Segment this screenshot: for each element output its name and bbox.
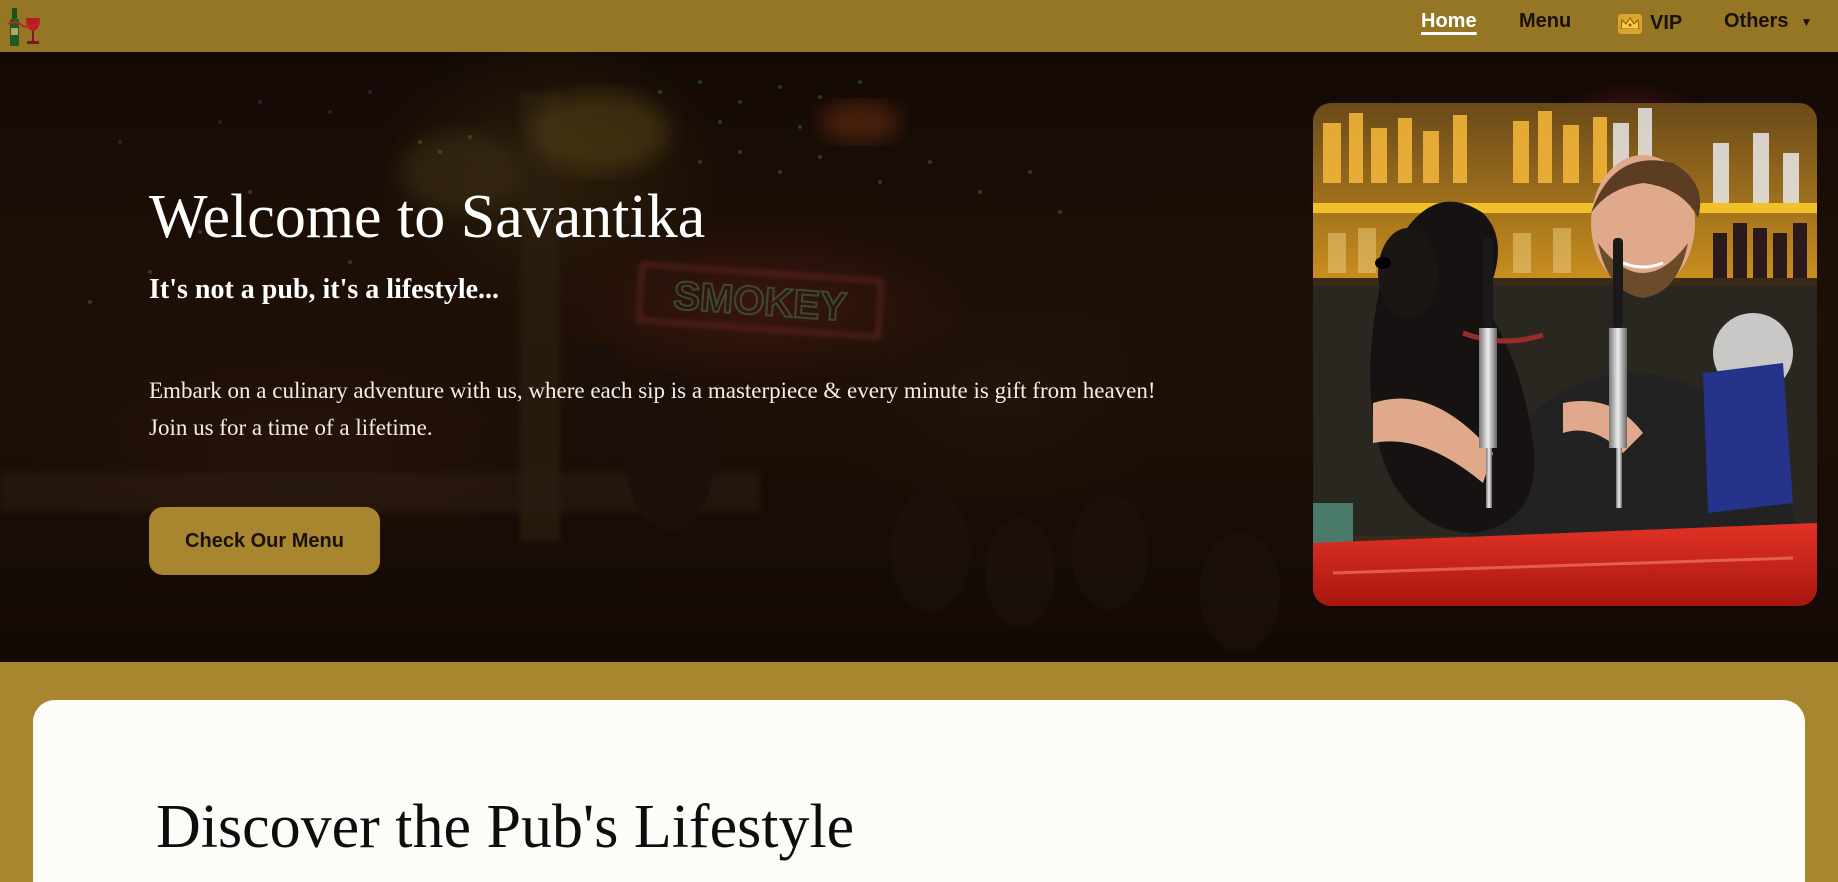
- nav-home-link[interactable]: Home: [1421, 10, 1477, 33]
- section-title: Discover the Pub's Lifestyle: [156, 793, 855, 861]
- bartender-with-dog-photo: [1313, 103, 1817, 606]
- crown-icon: [1618, 13, 1642, 34]
- check-menu-button[interactable]: Check Our Menu: [149, 507, 380, 575]
- nav-vip-label: VIP: [1650, 12, 1683, 34]
- nav-vip-link[interactable]: VIP: [1618, 12, 1682, 35]
- content-card: Discover the Pub's Lifestyle: [33, 700, 1805, 882]
- hero-subtitle: It's not a pub, it's a lifestyle...: [149, 274, 500, 305]
- nav-others-dropdown[interactable]: Others ▼: [1724, 10, 1812, 33]
- hero-description: Embark on a culinary adventure with us, …: [149, 378, 1156, 440]
- navbar: Home Menu VIP Others ▼: [0, 0, 1838, 52]
- nav-menu-link[interactable]: Menu: [1519, 10, 1571, 33]
- hero-section: SMOKEY Welcome to Savantika It's not a p…: [0, 52, 1838, 662]
- nav-others-label: Others: [1724, 10, 1789, 32]
- logo-icon[interactable]: [6, 6, 48, 48]
- chevron-down-icon: ▼: [1800, 14, 1813, 29]
- hero-title: Welcome to Savantika: [149, 183, 706, 251]
